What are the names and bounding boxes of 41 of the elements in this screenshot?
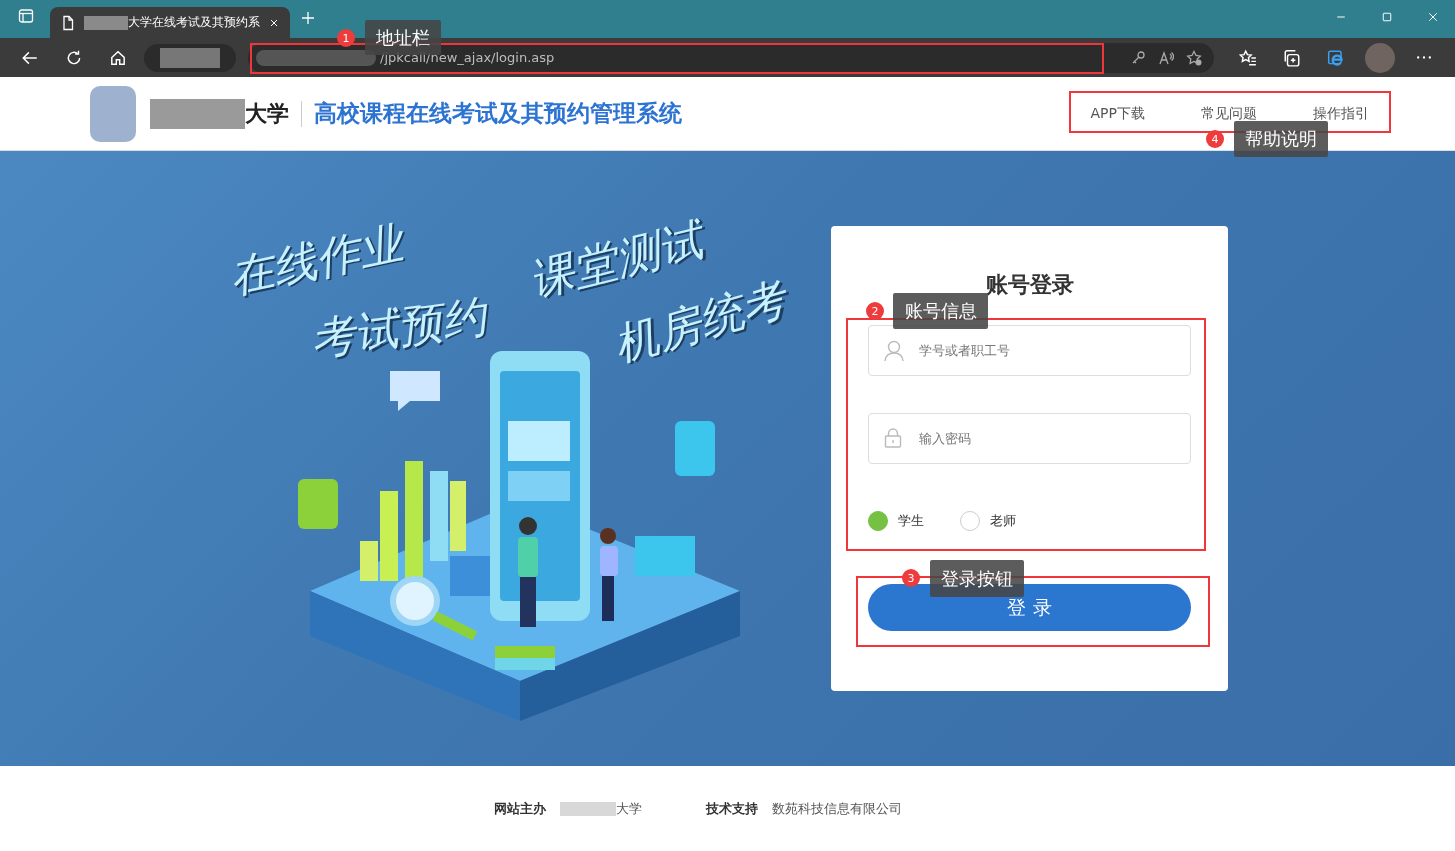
nav-link[interactable]: 常见问题	[1201, 104, 1257, 123]
tab-title: 大学在线考试及其预约系	[128, 14, 260, 31]
sidebar-icon[interactable]	[18, 8, 34, 24]
callout-label: 账号信息	[893, 293, 988, 329]
password-field[interactable]: 输入密码	[868, 413, 1191, 464]
nav-link[interactable]: APP下载	[1090, 104, 1145, 123]
close-icon	[1427, 11, 1439, 23]
support-company: 数苑科技信息有限公司	[771, 799, 902, 818]
read-aloud-icon[interactable]	[1158, 49, 1174, 66]
footer-label: 网站主办	[493, 799, 546, 818]
key-icon[interactable]	[1130, 49, 1146, 66]
new-tab-icon[interactable]	[300, 10, 316, 26]
callout-label: 登录按钮	[930, 560, 1024, 597]
university-name: 大学	[245, 99, 289, 128]
footer-label: 技术支持	[705, 799, 758, 818]
radio-button[interactable]	[868, 511, 888, 531]
refresh-icon	[65, 48, 83, 67]
collections-icon	[1283, 48, 1301, 67]
role-option[interactable]: 老师	[960, 511, 1016, 531]
number-badge: 4	[1206, 130, 1224, 148]
star-list-icon	[1239, 48, 1257, 67]
star-plus-icon[interactable]	[1186, 49, 1202, 66]
host-name: 大学	[615, 799, 642, 818]
e-letter-icon	[1327, 48, 1345, 67]
username-field[interactable]: 学号或者职工号	[868, 325, 1191, 376]
blurred-block	[84, 15, 128, 30]
nav-link[interactable]: 操作指引	[1313, 104, 1369, 123]
radio-button[interactable]	[960, 511, 980, 531]
page-icon	[60, 14, 76, 31]
blurred-logo	[90, 85, 136, 142]
blurred-block	[559, 801, 616, 816]
home-icon	[109, 48, 127, 67]
more-icon	[1417, 56, 1431, 59]
role-option[interactable]: 学生	[868, 511, 924, 531]
slogan-text: 课堂测试	[523, 212, 708, 306]
blurred-block	[160, 47, 220, 68]
system-title: 高校课程在线考试及其预约管理系统	[314, 99, 682, 128]
browser-tab[interactable]: 大学在线考试及其预约系	[50, 7, 290, 38]
callout-label: 地址栏	[365, 20, 441, 55]
maximize-icon	[1381, 11, 1393, 23]
callout-label: 帮助说明	[1234, 121, 1328, 157]
